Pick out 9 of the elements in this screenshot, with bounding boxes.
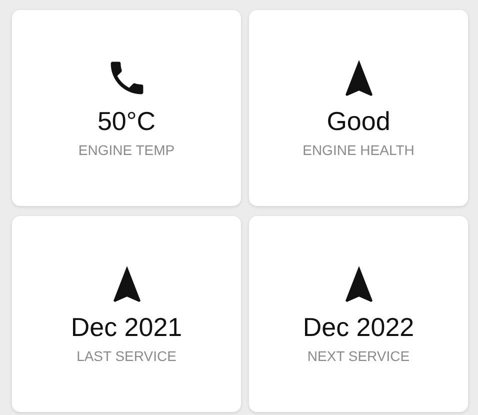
stat-value: Dec 2021 <box>70 312 182 342</box>
stat-value: Good <box>326 106 390 136</box>
phone-icon <box>108 60 144 96</box>
stat-value: Dec 2022 <box>302 312 414 342</box>
stat-label: NEXT SERVICE <box>307 348 410 364</box>
stat-label: ENGINE HEALTH <box>302 142 414 158</box>
stat-label: LAST SERVICE <box>76 348 176 364</box>
stat-label: ENGINE TEMP <box>78 142 175 158</box>
stat-value: 50°C <box>97 106 156 136</box>
